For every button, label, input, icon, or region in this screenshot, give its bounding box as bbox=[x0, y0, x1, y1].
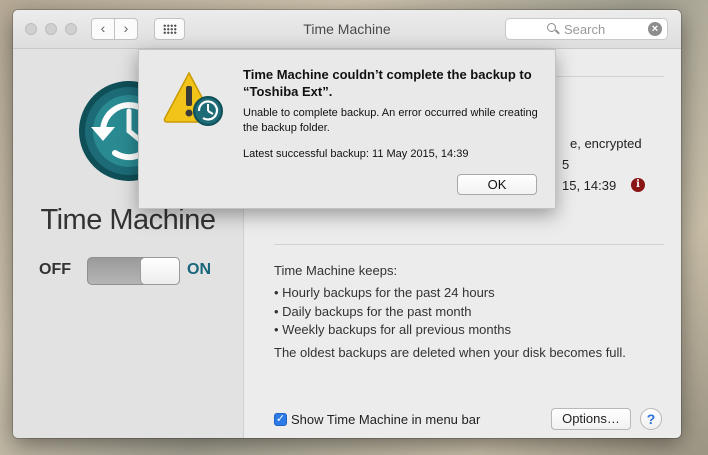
warning-icon bbox=[163, 71, 223, 126]
error-info-icon[interactable]: i bbox=[631, 178, 645, 192]
list-item: Weekly backups for all previous months bbox=[274, 322, 511, 341]
toggle-off-label: OFF bbox=[39, 261, 71, 278]
keeps-heading: Time Machine keeps: bbox=[274, 263, 398, 278]
title-bar: ‹ › Time Machine × bbox=[13, 10, 681, 49]
checkmark-icon: ✓ bbox=[275, 413, 286, 425]
list-item: Daily backups for the past month bbox=[274, 304, 511, 323]
oldest-backups-note: The oldest backups are deleted when your… bbox=[274, 345, 626, 360]
clear-search-icon[interactable]: × bbox=[648, 22, 662, 36]
options-button[interactable]: Options… bbox=[551, 408, 631, 430]
ok-button[interactable]: OK bbox=[457, 174, 537, 195]
latest-backup-text: Latest successful backup: 11 May 2015, 1… bbox=[243, 148, 469, 160]
alert-title: Time Machine couldn’t complete the backu… bbox=[243, 67, 532, 99]
oldest-backup-fragment: 5 bbox=[562, 157, 570, 172]
toggle-on-label: ON bbox=[187, 261, 211, 278]
search-field[interactable]: × bbox=[505, 18, 668, 40]
latest-backup-fragment: 15, 14:39 bbox=[562, 178, 617, 193]
disk-info-fragment: e, encrypted bbox=[570, 136, 642, 151]
show-in-menu-bar-checkbox[interactable]: ✓ bbox=[274, 413, 287, 426]
time-machine-toggle[interactable] bbox=[87, 257, 180, 285]
alert-message: Unable to complete backup. An error occu… bbox=[243, 107, 538, 134]
search-input[interactable] bbox=[564, 22, 644, 37]
show-in-menu-bar-label[interactable]: Show Time Machine in menu bar bbox=[291, 412, 480, 427]
backup-error-alert: Time Machine couldn’t complete the backu… bbox=[138, 49, 556, 209]
keeps-list: Hourly backups for the past 24 hours Dai… bbox=[274, 285, 511, 341]
search-icon bbox=[547, 23, 556, 32]
toggle-knob[interactable] bbox=[140, 257, 180, 285]
section-divider bbox=[274, 244, 664, 245]
help-button[interactable]: ? bbox=[640, 408, 662, 430]
list-item: Hourly backups for the past 24 hours bbox=[274, 285, 511, 304]
